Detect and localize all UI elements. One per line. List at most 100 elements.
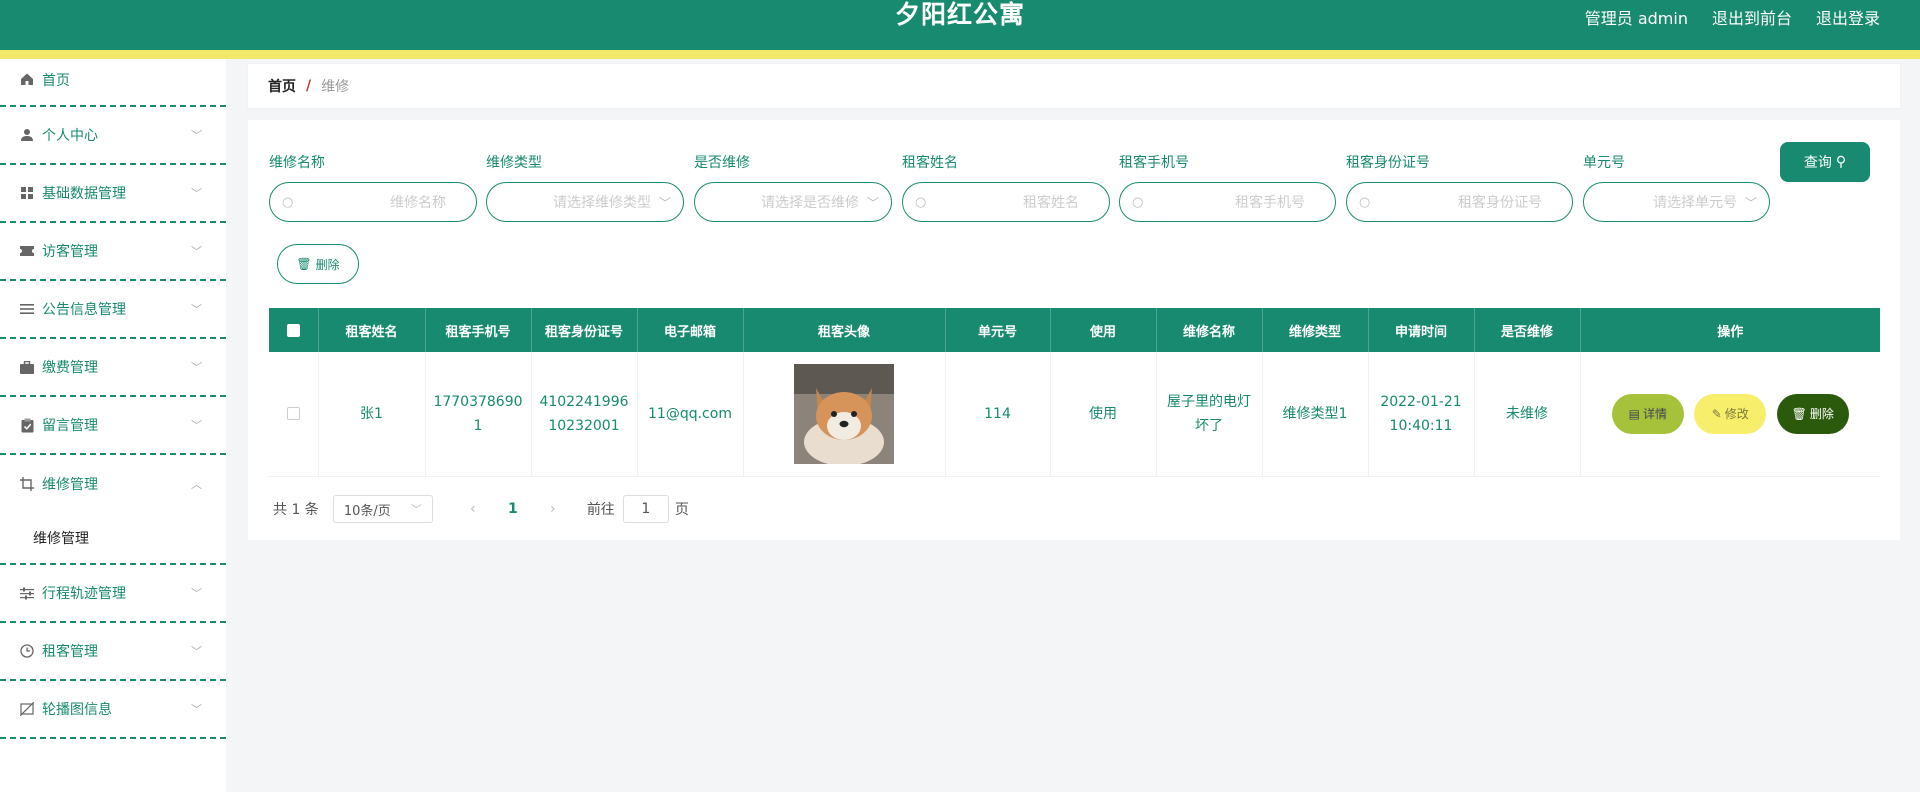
chevron-down-icon: ﹀ bbox=[658, 195, 671, 210]
logout-link[interactable]: 退出登录 bbox=[1816, 5, 1880, 29]
chevron-down-icon: ﹀ bbox=[1744, 195, 1757, 210]
pagination: 共 1 条 10条/页 ﹀ ‹ 1 › 前往 1 页 bbox=[273, 494, 689, 524]
select-all-cell bbox=[269, 308, 319, 352]
back-to-front-link[interactable]: 退出到前台 bbox=[1712, 5, 1792, 29]
document-icon: ▤ bbox=[1628, 406, 1640, 421]
column-header: 申请时间 bbox=[1368, 308, 1475, 352]
column-header: 操作 bbox=[1580, 308, 1880, 352]
column-header: 使用 bbox=[1050, 308, 1157, 352]
filter-label-tenant-idcard: 租客身份证号 bbox=[1346, 155, 1430, 171]
apply-time: 10:40:11 bbox=[1389, 417, 1453, 434]
breadcrumb: 首页 / 维修 bbox=[248, 64, 1900, 108]
cell-repair-name: 屋子里的电灯 坏了 bbox=[1156, 352, 1263, 477]
filter-label-repair-name: 维修名称 bbox=[269, 155, 325, 171]
chevron-down-icon: ﹀ bbox=[191, 419, 202, 432]
row-select-cell bbox=[269, 352, 319, 477]
breadcrumb-separator: / bbox=[306, 78, 312, 94]
delete-button[interactable]: 🗑 删除 bbox=[1776, 393, 1849, 434]
table-row: 张1 1770378690 1 4102241996 10232001 11@qq.… bbox=[269, 352, 1880, 477]
sidebar-item-notice[interactable]: 公告信息管理 ﹀ bbox=[0, 281, 226, 339]
tenant-phone-placeholder: 租客手机号 bbox=[1235, 195, 1305, 211]
goto-prefix: 前往 bbox=[586, 502, 615, 518]
repair-type-select[interactable]: 请选择维修类型 ﹀ bbox=[486, 182, 684, 222]
admin-user-link[interactable]: 管理员 admin bbox=[1585, 5, 1688, 29]
page-size-value: 10条/页 bbox=[343, 503, 391, 519]
sidebar-item-personal-center[interactable]: 个人中心 ﹀ bbox=[0, 107, 226, 165]
next-page-icon[interactable]: › bbox=[533, 501, 573, 517]
clipboard-icon bbox=[18, 416, 36, 434]
repair-status-select[interactable]: 请选择是否维修 ﹀ bbox=[694, 182, 892, 222]
sidebar-item-carousel[interactable]: 轮播图信息 ﹀ bbox=[0, 681, 226, 739]
filter-label-repair-status: 是否维修 bbox=[694, 155, 750, 171]
repair-table: 租客姓名 租客手机号 租客身份证号 电子邮箱 租客头像 单元号 使用 维修名称 … bbox=[269, 308, 1880, 477]
search-icon: ⚲ bbox=[1835, 154, 1847, 170]
cell-avatar bbox=[743, 352, 946, 477]
unit-placeholder: 请选择单元号 bbox=[1652, 195, 1737, 211]
cell-tenant-idcard: 4102241996 10232001 bbox=[531, 352, 638, 477]
prev-page-icon[interactable]: ‹ bbox=[453, 501, 493, 517]
search-icon: ○ bbox=[1359, 194, 1371, 210]
repair-type-placeholder: 请选择维修类型 bbox=[552, 195, 651, 211]
row-checkbox[interactable] bbox=[286, 407, 300, 421]
breadcrumb-home[interactable]: 首页 bbox=[268, 76, 296, 96]
edit-button[interactable]: ✎ 修改 bbox=[1694, 393, 1767, 434]
idcard-line-2: 10232001 bbox=[548, 417, 620, 434]
sidebar-item-payment[interactable]: 缴费管理 ﹀ bbox=[0, 339, 226, 397]
goto-page-input[interactable]: 1 bbox=[622, 495, 669, 523]
repair-name-line-2: 坏了 bbox=[1195, 417, 1223, 434]
filter-label-unit: 单元号 bbox=[1583, 155, 1625, 171]
chevron-down-icon: ﹀ bbox=[866, 195, 879, 210]
trash-icon: 🗑 bbox=[1791, 406, 1807, 421]
page-number[interactable]: 1 bbox=[493, 501, 533, 517]
search-icon: ○ bbox=[282, 194, 294, 210]
clock-icon bbox=[18, 642, 36, 660]
chevron-down-icon: ﹀ bbox=[191, 129, 202, 142]
tenant-idcard-input[interactable]: ○ 租客身份证号 bbox=[1346, 182, 1573, 222]
header-stripe bbox=[0, 50, 1920, 59]
chevron-down-icon: ﹀ bbox=[191, 703, 202, 716]
select-all-checkbox[interactable] bbox=[286, 323, 300, 337]
query-button-label: 查询 bbox=[1803, 155, 1832, 171]
detail-button[interactable]: ▤ 详情 bbox=[1611, 393, 1684, 434]
pencil-icon: ✎ bbox=[1711, 406, 1722, 421]
tenant-phone-input[interactable]: ○ 租客手机号 bbox=[1119, 182, 1336, 222]
column-header: 是否维修 bbox=[1474, 308, 1581, 352]
breadcrumb-current: 维修 bbox=[321, 79, 350, 95]
unit-select[interactable]: 请选择单元号 ﹀ bbox=[1583, 182, 1770, 222]
filter-label-repair-type: 维修类型 bbox=[486, 155, 542, 171]
sidebar-item-repair[interactable]: 维修管理 ︿ bbox=[0, 455, 226, 513]
column-header: 维修名称 bbox=[1156, 308, 1263, 352]
sidebar-item-basic-data[interactable]: 基础数据管理 ﹀ bbox=[0, 165, 226, 223]
batch-delete-button[interactable]: 🗑 删除 bbox=[277, 244, 359, 284]
chevron-down-icon: ﹀ bbox=[191, 245, 202, 258]
page-size-select[interactable]: 10条/页 ﹀ bbox=[332, 495, 433, 523]
sidebar-item-trip[interactable]: 行程轨迹管理 ﹀ bbox=[0, 565, 226, 623]
chevron-down-icon: ﹀ bbox=[191, 587, 202, 600]
tenant-idcard-placeholder: 租客身份证号 bbox=[1458, 195, 1542, 211]
sidebar-item-tenant[interactable]: 租客管理 ﹀ bbox=[0, 623, 226, 681]
sidebar-item-message[interactable]: 留言管理 ﹀ bbox=[0, 397, 226, 455]
top-links: 管理员 admin 退出到前台 退出登录 bbox=[1585, 5, 1880, 29]
goto-suffix: 页 bbox=[674, 502, 689, 518]
sidebar-item-home[interactable]: 首页 bbox=[0, 59, 226, 107]
query-button[interactable]: 查询 ⚲ bbox=[1780, 142, 1870, 182]
delete-button-label: 删除 bbox=[1809, 406, 1834, 421]
tenant-name-placeholder: 租客姓名 bbox=[1023, 195, 1079, 211]
list-icon bbox=[18, 300, 36, 318]
sidebar-item-visitor[interactable]: 访客管理 ﹀ bbox=[0, 223, 226, 281]
cell-repair-type: 维修类型1 bbox=[1262, 352, 1369, 477]
chevron-down-icon: ﹀ bbox=[191, 361, 202, 374]
chevron-down-icon: ﹀ bbox=[410, 503, 422, 516]
search-icon: ○ bbox=[1132, 194, 1144, 210]
repair-name-input[interactable]: ○ 维修名称 bbox=[269, 182, 477, 222]
tenant-name-input[interactable]: ○ 租客姓名 bbox=[902, 182, 1110, 222]
column-header: 租客身份证号 bbox=[531, 308, 638, 352]
chevron-down-icon: ﹀ bbox=[191, 303, 202, 316]
chevron-up-icon: ︿ bbox=[191, 478, 202, 491]
repair-status-placeholder: 请选择是否维修 bbox=[760, 195, 859, 211]
sliders-icon bbox=[18, 584, 36, 602]
ticket-icon bbox=[18, 242, 36, 260]
cell-unit: 114 bbox=[945, 352, 1051, 477]
cell-repair-status: 未维修 bbox=[1474, 352, 1581, 477]
sidebar-subitem-repair-manage[interactable]: 维修管理 bbox=[0, 513, 226, 563]
